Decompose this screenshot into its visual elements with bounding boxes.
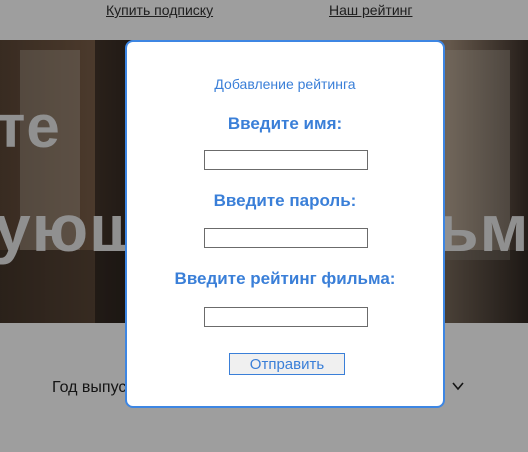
dialog-title: Добавление рейтинга [214, 76, 356, 92]
name-input[interactable] [204, 150, 368, 170]
movie-rating-label: Введите рейтинг фильма: [174, 269, 396, 288]
submit-button[interactable]: Отправить [229, 353, 345, 375]
name-label: Введите имя: [227, 114, 343, 133]
add-rating-dialog: Добавление рейтинга Введите имя: Введите… [125, 40, 445, 408]
password-input[interactable] [204, 228, 368, 248]
movie-rating-input[interactable] [204, 307, 368, 327]
password-label: Введите пароль: [213, 191, 357, 210]
